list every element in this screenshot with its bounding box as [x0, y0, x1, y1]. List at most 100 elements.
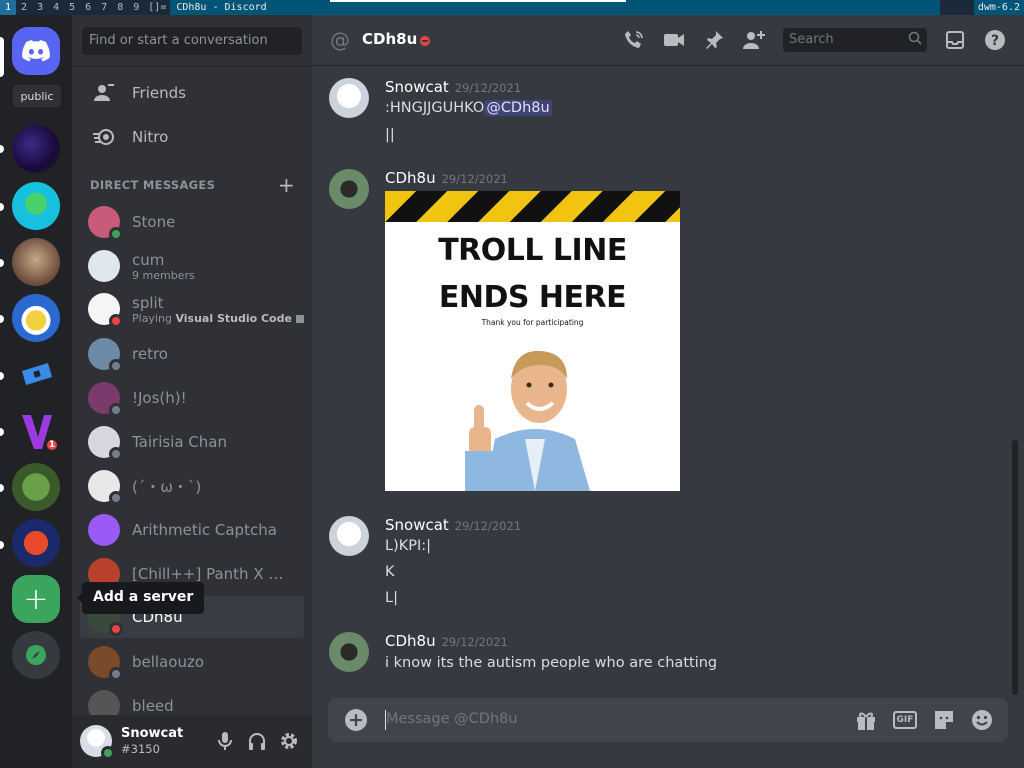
server-icon-2[interactable] — [12, 182, 60, 230]
pinned-messages-button[interactable] — [702, 28, 726, 52]
image-text-small: Thank you for participating — [481, 318, 584, 327]
add-user-icon — [743, 31, 765, 49]
dm-item[interactable]: retro — [80, 333, 304, 375]
chat-search-input[interactable]: Search — [783, 28, 927, 52]
find-conversation-input[interactable]: Find or start a conversation — [82, 27, 302, 55]
message-text: L| — [385, 590, 398, 606]
dm-item[interactable]: split Playing Visual Studio Code — [80, 288, 304, 330]
wm-tag-7[interactable]: 7 — [96, 0, 112, 15]
emoji-button[interactable] — [970, 708, 994, 732]
message-avatar[interactable] — [329, 169, 369, 209]
home-button[interactable] — [12, 27, 60, 75]
add-server-tooltip: Add a server — [76, 582, 205, 614]
dm-item-name: Stone — [132, 213, 176, 231]
wm-tag-9[interactable]: 9 — [128, 0, 144, 15]
home-selected-pill — [0, 37, 4, 77]
sticker-button[interactable] — [932, 708, 956, 732]
wm-tag-8[interactable]: 8 — [112, 0, 128, 15]
start-voice-call-button[interactable] — [622, 28, 646, 52]
message-author[interactable]: CDh8u 29/12/2021 — [385, 632, 508, 650]
user-tag: #3150 — [121, 742, 160, 756]
username: Snowcat — [121, 726, 184, 741]
gif-button[interactable]: GIF — [893, 708, 917, 732]
message-timestamp: 29/12/2021 — [441, 635, 508, 649]
avatar — [88, 250, 120, 282]
message-text-content: :HNGJJGUHKO — [385, 100, 485, 116]
start-video-call-button[interactable] — [662, 28, 686, 52]
dm-item-name: !Jos(h)! — [132, 389, 187, 407]
server-unread-pill — [0, 315, 4, 323]
wm-tag-6[interactable]: 6 — [80, 0, 96, 15]
image-text-line1: TROLL LINE — [438, 233, 627, 268]
nav-nitro[interactable]: Nitro — [80, 116, 304, 158]
wm-tag-3[interactable]: 3 — [32, 0, 48, 15]
dm-item-name: [Chill++] Panth X O... — [132, 565, 292, 583]
dm-item[interactable]: !Jos(h)! — [80, 377, 304, 419]
add-server-button[interactable]: + — [12, 575, 60, 623]
gift-button[interactable] — [854, 708, 878, 732]
server-icon-4[interactable] — [12, 294, 60, 342]
message-avatar[interactable] — [329, 516, 369, 556]
dm-item[interactable]: cum 9 members — [80, 245, 304, 287]
server-icon-5[interactable] — [12, 351, 60, 399]
user-settings-button[interactable] — [279, 731, 299, 751]
wm-tag-1[interactable]: 1 — [0, 0, 17, 15]
upload-button[interactable]: + — [345, 709, 367, 731]
friends-icon — [92, 81, 116, 105]
online-status-indicator — [101, 746, 115, 760]
server-icon-3[interactable] — [12, 238, 60, 286]
image-text-line2: ENDS HERE — [438, 280, 627, 315]
message-avatar[interactable] — [329, 78, 369, 118]
home-label: public — [13, 85, 61, 107]
hazard-stripes — [385, 191, 680, 222]
user-mention[interactable]: @CDh8u — [484, 100, 552, 116]
plus-icon: + — [348, 708, 364, 731]
help-button[interactable]: ? — [983, 28, 1007, 52]
message-author-name: Snowcat — [385, 516, 449, 534]
explore-servers-button[interactable] — [12, 631, 60, 679]
dm-item-name: split — [132, 293, 164, 312]
wm-layout-symbol[interactable]: []= — [144, 2, 170, 13]
inbox-button[interactable] — [943, 28, 967, 52]
wm-tag-4[interactable]: 4 — [48, 0, 64, 15]
message-avatar[interactable] — [329, 632, 369, 672]
nav-friends[interactable]: Friends — [80, 72, 304, 114]
message-input[interactable]: Message @CDh8u — [386, 711, 518, 727]
video-camera-icon — [664, 34, 684, 46]
chat-scrollbar[interactable] — [1012, 440, 1018, 695]
wm-tag-5[interactable]: 5 — [64, 0, 80, 15]
create-dm-button[interactable]: + — [278, 173, 295, 197]
dm-item-text: (´・ω・`) — [132, 476, 201, 497]
dm-item[interactable]: Stone — [80, 201, 304, 243]
activity-name: Visual Studio Code — [175, 311, 292, 325]
deafen-button[interactable] — [247, 731, 267, 751]
gear-icon — [281, 733, 297, 749]
dm-item[interactable]: (´・ω・`) — [80, 465, 304, 507]
message-text: i know its the autism people who are cha… — [385, 655, 718, 671]
avatar — [88, 426, 123, 461]
user-panel: Snowcat #3150 — [72, 715, 312, 768]
dm-item-name: bellaouzo — [132, 653, 205, 671]
mute-button[interactable] — [215, 731, 235, 751]
server-icon-1[interactable] — [12, 125, 60, 173]
nitro-icon — [92, 125, 116, 149]
plus-icon: + — [278, 173, 295, 197]
dnd-status-icon — [420, 36, 430, 46]
chat-search-placeholder: Search — [789, 32, 834, 47]
message-image-attachment[interactable]: TROLL LINE ENDS HERE Thank you for parti… — [385, 191, 680, 491]
dm-item-subtitle: 9 members — [132, 268, 195, 282]
inbox-icon — [946, 31, 964, 49]
avatar — [88, 646, 123, 681]
message-author[interactable]: Snowcat 29/12/2021 — [385, 78, 521, 96]
dm-item[interactable]: Arithmetic Captcha — [80, 509, 304, 551]
server-icon-7[interactable] — [12, 463, 60, 511]
message-author[interactable]: CDh8u 29/12/2021 — [385, 169, 508, 187]
dm-item[interactable]: bellaouzo — [80, 641, 304, 683]
wm-tag-2[interactable]: 2 — [16, 0, 32, 15]
dm-item[interactable]: Tairisia Chan — [80, 421, 304, 463]
server-icon-8[interactable] — [12, 519, 60, 567]
message-author[interactable]: Snowcat 29/12/2021 — [385, 516, 521, 534]
avatar[interactable] — [80, 725, 115, 760]
dm-item-name: (´・ω・`) — [132, 477, 202, 496]
add-friends-to-dm-button[interactable] — [742, 28, 766, 52]
